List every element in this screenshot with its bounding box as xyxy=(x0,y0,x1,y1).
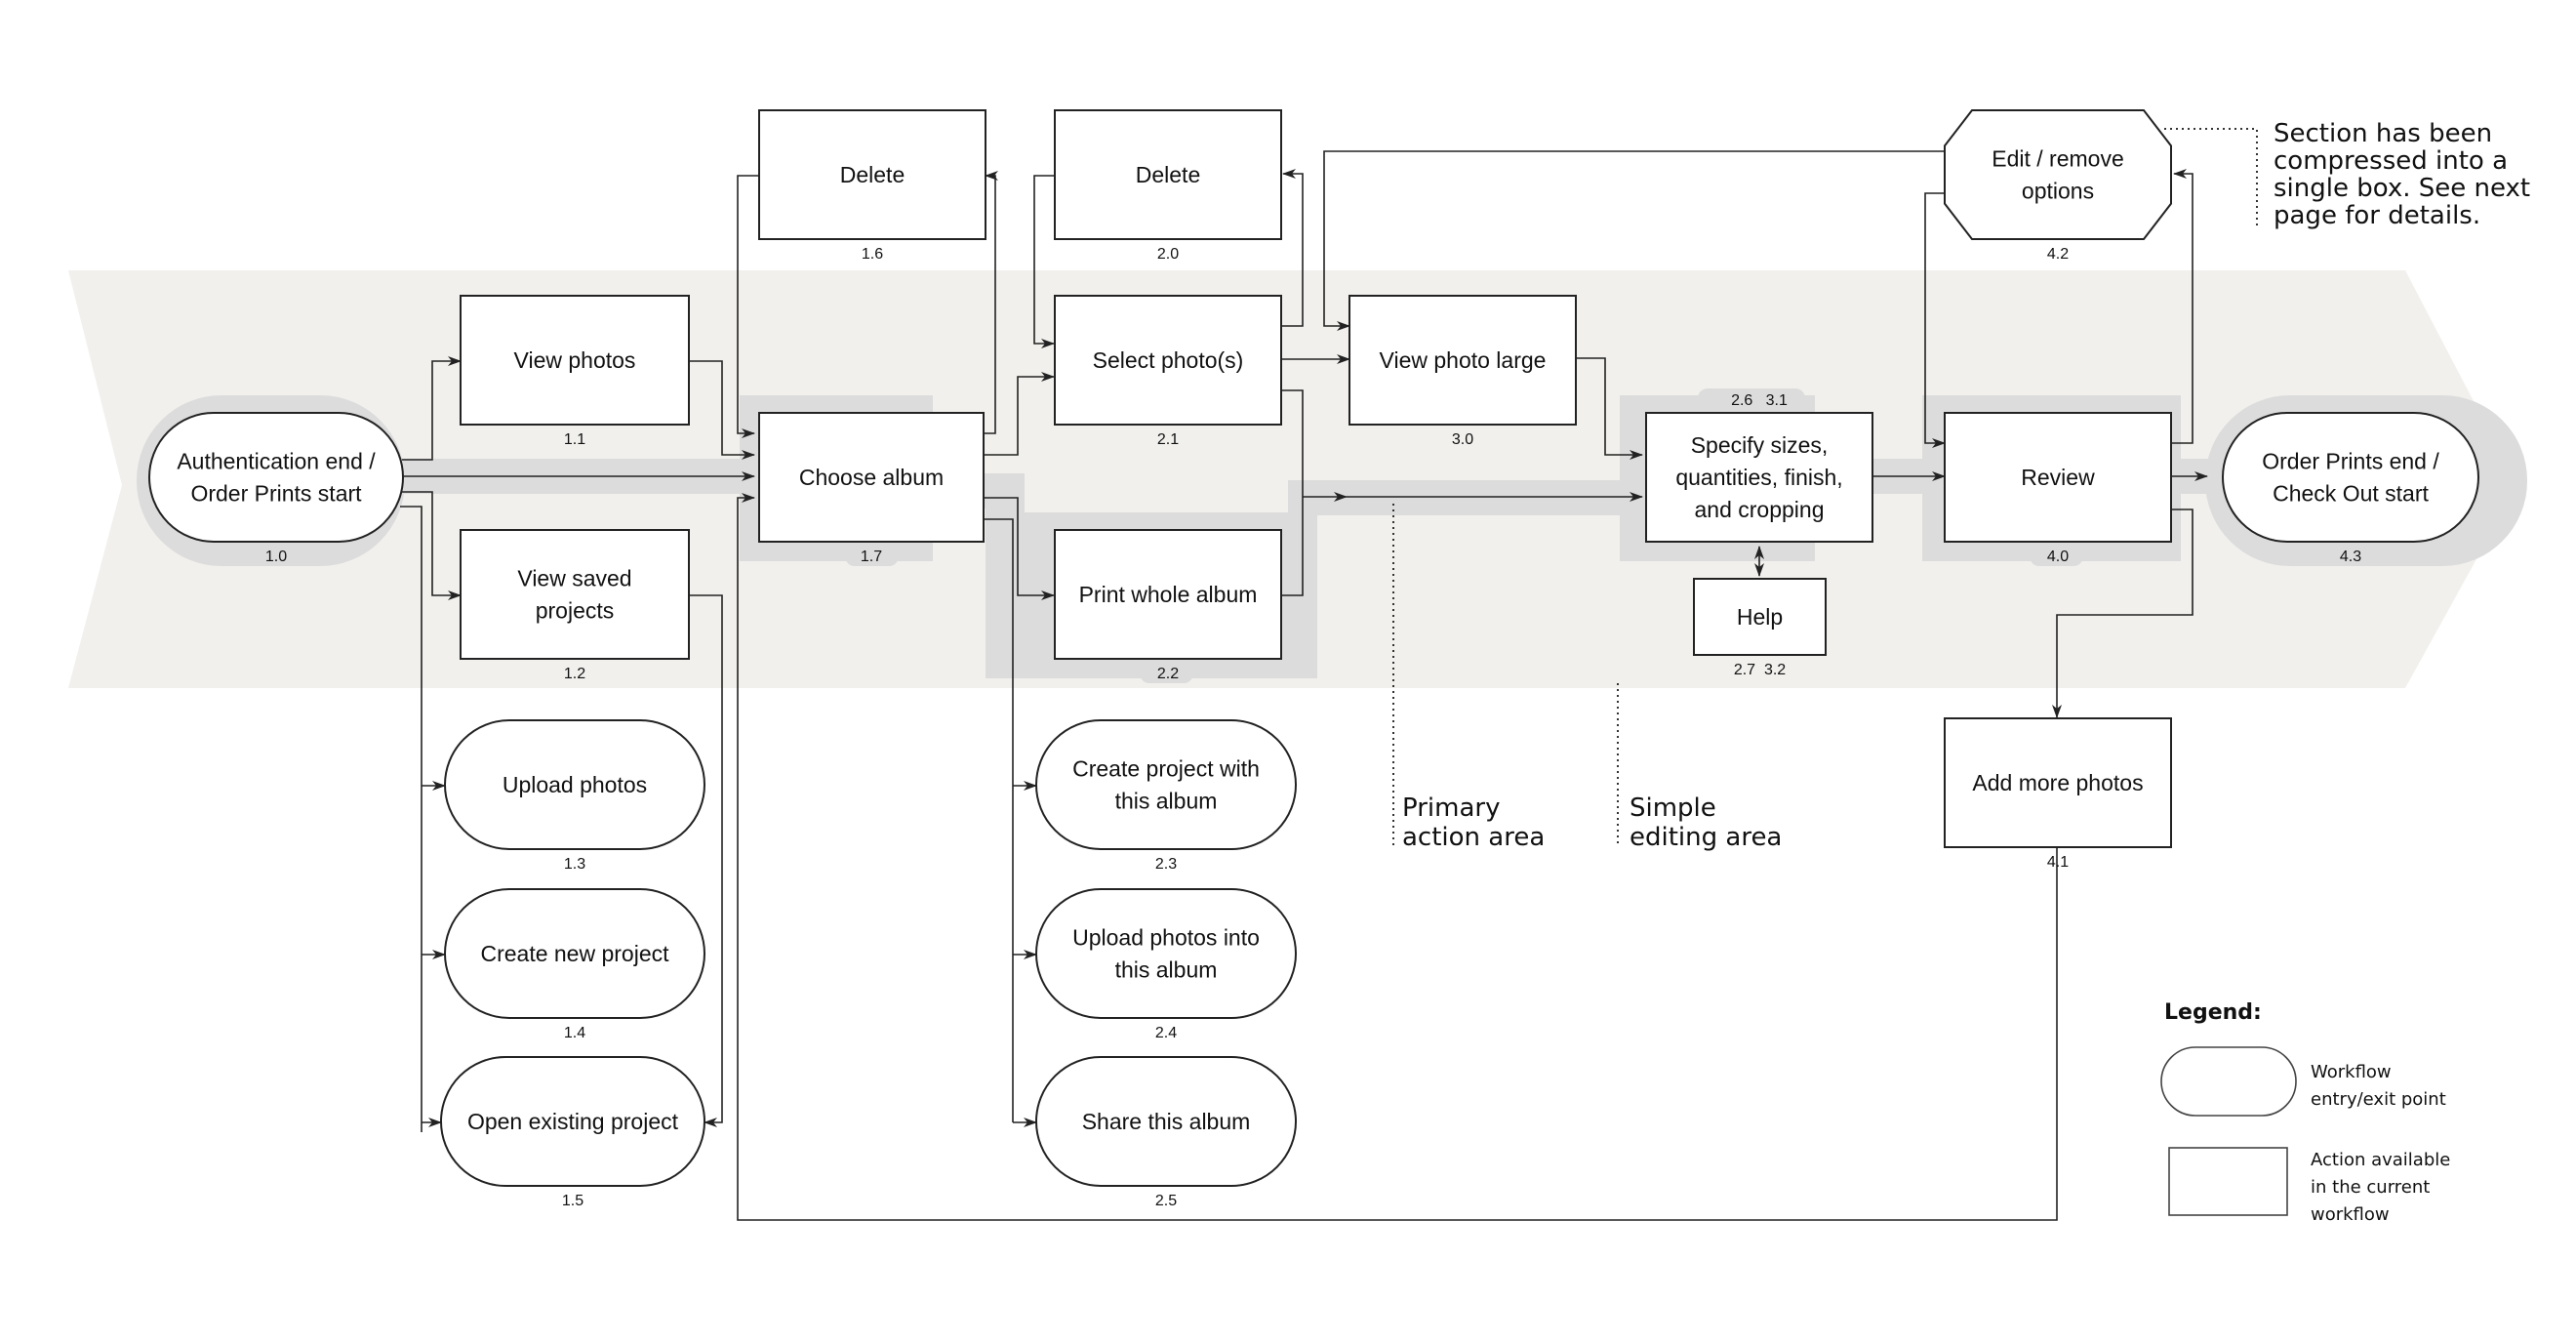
node-label: Select photo(s) xyxy=(1093,347,1244,373)
node-label: Upload photos xyxy=(503,772,647,797)
node-delete: Delete 2.0 xyxy=(1054,109,1282,263)
node-delete: Delete 1.6 xyxy=(758,109,986,263)
node-id: 2.3 xyxy=(1155,856,1177,873)
node-label: View photo large xyxy=(1380,347,1547,373)
node-id: 1.2 xyxy=(564,666,585,682)
node-label: Open existing project xyxy=(467,1109,679,1134)
node-print-whole-album: Print whole album 2.2 xyxy=(1054,529,1282,682)
node-id: 2.2 xyxy=(1157,666,1179,682)
node-label: Upload photos into xyxy=(1072,925,1260,951)
svg-text:Primary: Primary xyxy=(1402,794,1500,823)
node-open-existing-project: Open existing project 1.5 xyxy=(440,1056,705,1209)
node-upload-photos: Upload photos 1.3 xyxy=(444,719,705,873)
simple-editing-area-label: Simple editing area xyxy=(1630,794,1782,852)
node-create-new-project: Create new project 1.4 xyxy=(444,888,705,1041)
legend-terminal-shape xyxy=(2160,1046,2297,1117)
svg-text:editing area: editing area xyxy=(1630,823,1782,852)
workflow-diagram: Authentication end / Order Prints start 1.… xyxy=(68,109,2530,1225)
node-create-project-with-this-album: Create project with this album 2.3 xyxy=(1035,719,1297,873)
node-id: 1.0 xyxy=(265,549,287,565)
svg-text:Simple: Simple xyxy=(1630,794,1716,823)
node-label: Add more photos xyxy=(1972,770,2143,795)
terminal-shape xyxy=(2222,412,2479,543)
svg-text:workflow: workflow xyxy=(2311,1204,2390,1225)
svg-text:entry/exit point: entry/exit point xyxy=(2311,1089,2446,1110)
svg-text:single box. See next: single box. See next xyxy=(2274,174,2530,203)
node-label: Specify sizes, xyxy=(1691,432,1829,458)
svg-text:in the current: in the current xyxy=(2311,1177,2430,1198)
node-choose-album: Choose album 1.7 xyxy=(758,412,985,565)
node-id: 2.5 xyxy=(1155,1193,1177,1209)
node-label: Delete xyxy=(840,162,905,187)
node-label: projects xyxy=(536,598,615,624)
compressed-note: Section has been compressed into a singl… xyxy=(2274,119,2530,230)
node-id: 1.4 xyxy=(564,1025,585,1041)
node-id: 4.0 xyxy=(2047,549,2069,565)
node-label: View photos xyxy=(514,347,636,373)
node-id: 2.7 3.2 xyxy=(1734,662,1786,678)
node-view-saved-projects: View saved projects 1.2 xyxy=(460,529,690,682)
node-label: Authentication end / xyxy=(177,449,376,474)
node-label: this album xyxy=(1115,957,1218,983)
node-label: Create project with xyxy=(1072,756,1260,782)
node-id: 1.3 xyxy=(564,856,585,873)
svg-text:Workflow: Workflow xyxy=(2311,1062,2392,1082)
compressed-section-shape xyxy=(1944,109,2172,240)
node-id: 3.0 xyxy=(1452,431,1473,448)
node-label: and cropping xyxy=(1695,497,1825,522)
node-label: Order Prints end / xyxy=(2262,449,2439,474)
node-id: 4.1 xyxy=(2047,854,2069,871)
node-id: 4.3 xyxy=(2340,549,2361,565)
node-view-photos: View photos 1.1 xyxy=(460,295,690,448)
node-upload-photos-into-this-album: Upload photos into this album 2.4 xyxy=(1035,888,1297,1041)
node-label: Print whole album xyxy=(1079,582,1258,607)
action-shape xyxy=(460,529,690,660)
svg-text:compressed into a: compressed into a xyxy=(2274,146,2508,176)
terminal-shape xyxy=(148,412,404,543)
svg-text:Section has been: Section has been xyxy=(2274,119,2492,148)
node-label: Order Prints start xyxy=(190,481,362,507)
node-label: Check Out start xyxy=(2273,481,2429,507)
node-id: 1.1 xyxy=(564,431,585,448)
node-label: Create new project xyxy=(480,941,669,966)
node-id: 2.6 3.1 xyxy=(1731,392,1788,409)
legend-action-shape xyxy=(2168,1147,2288,1216)
node-label: Help xyxy=(1737,604,1783,630)
node-label: Delete xyxy=(1136,162,1200,187)
node-share-this-album: Share this album 2.5 xyxy=(1035,1056,1297,1209)
node-view-photo-large: View photo large 3.0 xyxy=(1348,295,1577,448)
svg-text:page for details.: page for details. xyxy=(2274,201,2480,230)
node-label: Review xyxy=(2021,465,2095,490)
svg-text:Legend:: Legend: xyxy=(2164,1000,2262,1025)
node-add-more-photos: Add more photos 4.1 xyxy=(1944,717,2172,871)
node-label: Edit / remove xyxy=(1992,146,2124,172)
node-select-photo-s: Select photo(s) 2.1 xyxy=(1054,295,1282,448)
node-specify-sizes-quantities-finish-and-cropping: Specify sizes, quantities, finish, and cro… xyxy=(1645,392,1873,543)
node-id: 2.4 xyxy=(1155,1025,1177,1041)
terminal-shape xyxy=(1035,719,1297,850)
svg-text:Action available: Action available xyxy=(2311,1150,2450,1170)
primary-action-area-label: Primary action area xyxy=(1402,794,1545,852)
node-label: View saved xyxy=(517,566,631,591)
node-edit-remove-options: Edit / remove options 4.2 xyxy=(1944,109,2172,263)
compressed-note-marker xyxy=(2164,128,2258,226)
node-id: 1.7 xyxy=(861,549,882,565)
node-label: Share this album xyxy=(1082,1109,1251,1134)
legend: Legend: Workflow entry/exit point Action… xyxy=(2160,1000,2450,1225)
node-label: options xyxy=(2022,179,2094,204)
svg-text:action area: action area xyxy=(1402,823,1545,852)
node-id: 2.1 xyxy=(1157,431,1179,448)
node-id: 4.2 xyxy=(2047,246,2069,263)
node-label: Choose album xyxy=(799,465,944,490)
node-label: quantities, finish, xyxy=(1675,465,1842,490)
node-id: 1.5 xyxy=(562,1193,584,1209)
node-id: 1.6 xyxy=(862,246,883,263)
node-id: 2.0 xyxy=(1157,246,1179,263)
node-label: this album xyxy=(1115,789,1218,814)
node-review: Review 4.0 xyxy=(1944,412,2172,565)
terminal-shape xyxy=(1035,888,1297,1019)
